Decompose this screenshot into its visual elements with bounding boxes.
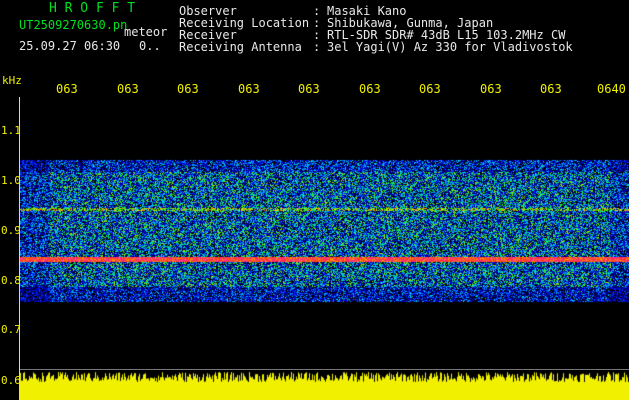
spectrogram-waterfall <box>20 97 629 369</box>
colon: : <box>313 40 321 54</box>
time-tick: 063 <box>359 82 381 96</box>
freq-tick: 0.7 <box>1 323 21 336</box>
info-antenna-label: Receiving Antenna <box>179 40 302 54</box>
freq-tick: 1.1 <box>1 124 21 137</box>
time-tick: 063 <box>117 82 139 96</box>
meteor-count: 0.. <box>139 39 161 53</box>
time-tick: 0640 <box>597 82 626 96</box>
time-tick: 063 <box>298 82 320 96</box>
time-tick: 063 <box>238 82 260 96</box>
file-name: UT2509270630.pn <box>19 18 128 32</box>
time-tick: 063 <box>177 82 199 96</box>
freq-tick: 0.6 <box>1 374 21 387</box>
time-tick: 063 <box>540 82 562 96</box>
info-antenna-value: 3el Yagi(V) Az 330 for Vladivostok <box>327 40 573 54</box>
date-time: 25.09.27 06:30 <box>19 39 121 53</box>
time-tick: 063 <box>480 82 502 96</box>
freq-tick: 1.0 <box>1 174 21 187</box>
freq-tick: 0.9 <box>1 224 21 237</box>
signal-level-strip <box>20 370 629 400</box>
freq-tick: 0.8 <box>1 274 21 287</box>
time-tick: 063 <box>419 82 441 96</box>
unit-label: kHz <box>2 74 22 87</box>
logo: H R O F F T <box>49 1 136 16</box>
time-tick: 063 <box>56 82 78 96</box>
meteor-tag: meteor <box>124 25 168 39</box>
